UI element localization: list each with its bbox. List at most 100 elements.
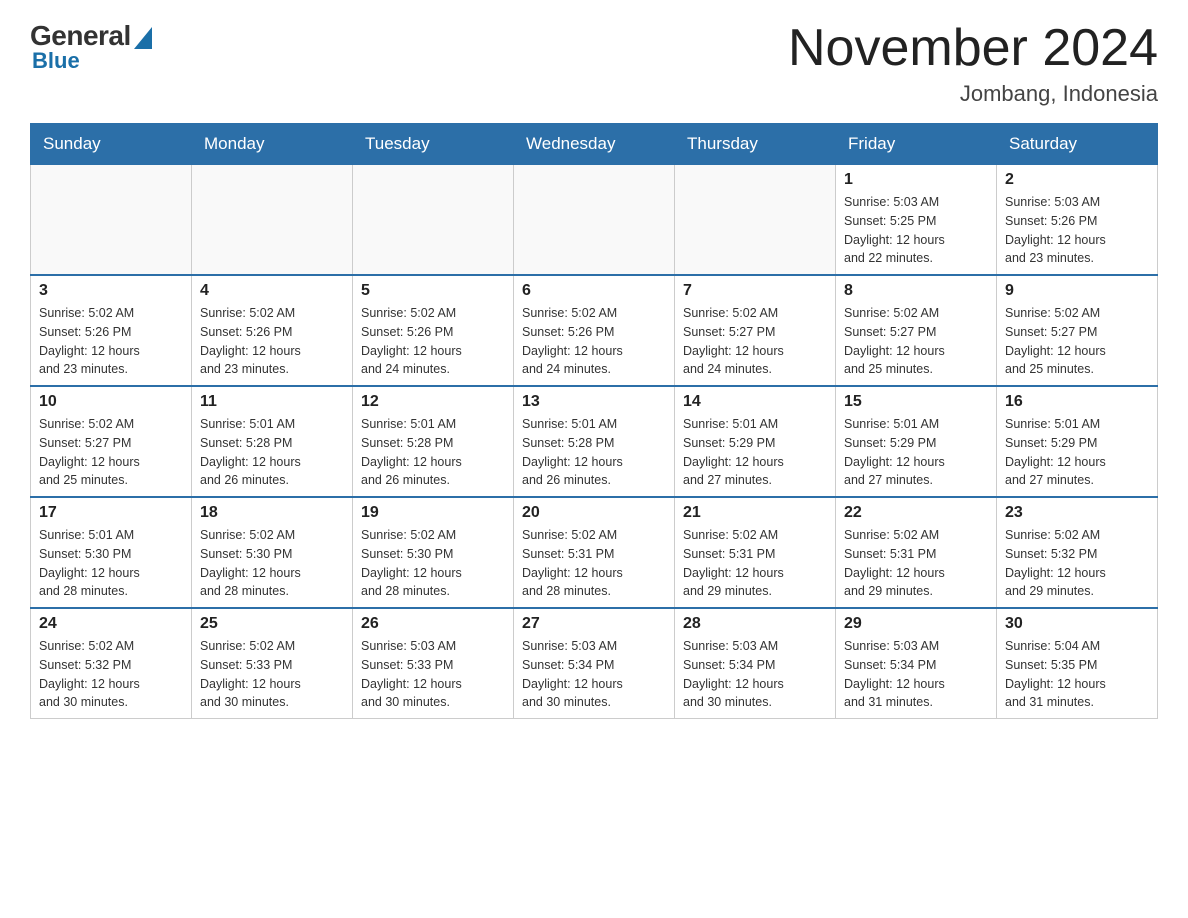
day-info: Sunrise: 5:03 AM Sunset: 5:25 PM Dayligh…: [844, 193, 988, 268]
day-info: Sunrise: 5:03 AM Sunset: 5:33 PM Dayligh…: [361, 637, 505, 712]
weekday-header-wednesday: Wednesday: [514, 124, 675, 165]
day-number: 11: [200, 393, 344, 411]
calendar-cell: 7 Sunrise: 5:02 AM Sunset: 5:27 PM Daylig…: [675, 275, 836, 386]
calendar-cell: 24Sunrise: 5:02 AM Sunset: 5:32 PM Dayli…: [31, 608, 192, 719]
day-info: Sunrise: 5:02 AM Sunset: 5:26 PM Dayligh…: [39, 304, 183, 379]
calendar-cell: 30 Sunrise: 5:04 AM Sunset: 5:35 PM Dayli…: [997, 608, 1158, 719]
calendar-cell: 27 Sunrise: 5:03 AM Sunset: 5:34 PM Dayli…: [514, 608, 675, 719]
logo[interactable]: General Blue: [30, 20, 152, 74]
calendar-table: SundayMondayTuesdayWednesdayThursdayFrid…: [30, 123, 1158, 719]
day-number: 27: [522, 615, 666, 633]
day-number: 22: [844, 504, 988, 522]
day-number: 10: [39, 393, 183, 411]
day-info: Sunrise: 5:01 AM Sunset: 5:30 PM Dayligh…: [39, 526, 183, 601]
calendar-week-row: 3Sunrise: 5:02 AM Sunset: 5:26 PM Daylig…: [31, 275, 1158, 386]
day-number: 4: [200, 282, 344, 300]
day-info: Sunrise: 5:02 AM Sunset: 5:30 PM Dayligh…: [361, 526, 505, 601]
day-info: Sunrise: 5:02 AM Sunset: 5:27 PM Dayligh…: [1005, 304, 1149, 379]
day-number: 28: [683, 615, 827, 633]
day-number: 21: [683, 504, 827, 522]
day-info: Sunrise: 5:03 AM Sunset: 5:34 PM Dayligh…: [683, 637, 827, 712]
weekday-header-row: SundayMondayTuesdayWednesdayThursdayFrid…: [31, 124, 1158, 165]
day-number: 23: [1005, 504, 1149, 522]
day-info: Sunrise: 5:02 AM Sunset: 5:27 PM Dayligh…: [683, 304, 827, 379]
calendar-cell: 16Sunrise: 5:01 AM Sunset: 5:29 PM Dayli…: [997, 386, 1158, 497]
calendar-cell: 26 Sunrise: 5:03 AM Sunset: 5:33 PM Dayli…: [353, 608, 514, 719]
day-number: 26: [361, 615, 505, 633]
calendar-cell: 19Sunrise: 5:02 AM Sunset: 5:30 PM Dayli…: [353, 497, 514, 608]
day-number: 15: [844, 393, 988, 411]
day-info: Sunrise: 5:01 AM Sunset: 5:28 PM Dayligh…: [200, 415, 344, 490]
calendar-cell: 20 Sunrise: 5:02 AM Sunset: 5:31 PM Dayli…: [514, 497, 675, 608]
day-info: Sunrise: 5:01 AM Sunset: 5:29 PM Dayligh…: [844, 415, 988, 490]
day-number: 7: [683, 282, 827, 300]
day-number: 20: [522, 504, 666, 522]
calendar-cell: 18Sunrise: 5:02 AM Sunset: 5:30 PM Dayli…: [192, 497, 353, 608]
day-info: Sunrise: 5:04 AM Sunset: 5:35 PM Dayligh…: [1005, 637, 1149, 712]
calendar-cell: 11 Sunrise: 5:01 AM Sunset: 5:28 PM Dayli…: [192, 386, 353, 497]
calendar-cell: [353, 165, 514, 276]
calendar-cell: 3Sunrise: 5:02 AM Sunset: 5:26 PM Daylig…: [31, 275, 192, 386]
calendar-cell: 14 Sunrise: 5:01 AM Sunset: 5:29 PM Dayli…: [675, 386, 836, 497]
calendar-week-row: 17Sunrise: 5:01 AM Sunset: 5:30 PM Dayli…: [31, 497, 1158, 608]
day-info: Sunrise: 5:02 AM Sunset: 5:27 PM Dayligh…: [39, 415, 183, 490]
calendar-cell: 21 Sunrise: 5:02 AM Sunset: 5:31 PM Dayli…: [675, 497, 836, 608]
calendar-cell: 29Sunrise: 5:03 AM Sunset: 5:34 PM Dayli…: [836, 608, 997, 719]
day-info: Sunrise: 5:03 AM Sunset: 5:34 PM Dayligh…: [844, 637, 988, 712]
day-number: 12: [361, 393, 505, 411]
calendar-cell: 8 Sunrise: 5:02 AM Sunset: 5:27 PM Daylig…: [836, 275, 997, 386]
calendar-cell: 2 Sunrise: 5:03 AM Sunset: 5:26 PM Daylig…: [997, 165, 1158, 276]
day-info: Sunrise: 5:01 AM Sunset: 5:28 PM Dayligh…: [522, 415, 666, 490]
weekday-header-thursday: Thursday: [675, 124, 836, 165]
calendar-cell: 25 Sunrise: 5:02 AM Sunset: 5:33 PM Dayli…: [192, 608, 353, 719]
calendar-cell: 10 Sunrise: 5:02 AM Sunset: 5:27 PM Dayli…: [31, 386, 192, 497]
day-info: Sunrise: 5:02 AM Sunset: 5:27 PM Dayligh…: [844, 304, 988, 379]
calendar-subtitle: Jombang, Indonesia: [788, 81, 1158, 107]
day-info: Sunrise: 5:01 AM Sunset: 5:29 PM Dayligh…: [683, 415, 827, 490]
day-info: Sunrise: 5:03 AM Sunset: 5:26 PM Dayligh…: [1005, 193, 1149, 268]
calendar-cell: 28 Sunrise: 5:03 AM Sunset: 5:34 PM Dayli…: [675, 608, 836, 719]
day-info: Sunrise: 5:01 AM Sunset: 5:28 PM Dayligh…: [361, 415, 505, 490]
day-info: Sunrise: 5:02 AM Sunset: 5:32 PM Dayligh…: [1005, 526, 1149, 601]
day-number: 8: [844, 282, 988, 300]
calendar-cell: 5Sunrise: 5:02 AM Sunset: 5:26 PM Daylig…: [353, 275, 514, 386]
page-header: General Blue November 2024 Jombang, Indo…: [30, 20, 1158, 107]
day-info: Sunrise: 5:03 AM Sunset: 5:34 PM Dayligh…: [522, 637, 666, 712]
calendar-cell: [514, 165, 675, 276]
day-info: Sunrise: 5:02 AM Sunset: 5:33 PM Dayligh…: [200, 637, 344, 712]
calendar-cell: 1 Sunrise: 5:03 AM Sunset: 5:25 PM Daylig…: [836, 165, 997, 276]
calendar-week-row: 1 Sunrise: 5:03 AM Sunset: 5:25 PM Daylig…: [31, 165, 1158, 276]
day-number: 6: [522, 282, 666, 300]
day-number: 30: [1005, 615, 1149, 633]
day-info: Sunrise: 5:02 AM Sunset: 5:31 PM Dayligh…: [522, 526, 666, 601]
day-number: 9: [1005, 282, 1149, 300]
weekday-header-saturday: Saturday: [997, 124, 1158, 165]
day-info: Sunrise: 5:02 AM Sunset: 5:31 PM Dayligh…: [683, 526, 827, 601]
calendar-cell: 9 Sunrise: 5:02 AM Sunset: 5:27 PM Daylig…: [997, 275, 1158, 386]
day-info: Sunrise: 5:02 AM Sunset: 5:31 PM Dayligh…: [844, 526, 988, 601]
day-number: 2: [1005, 171, 1149, 189]
logo-triangle-icon: [134, 27, 152, 49]
calendar-cell: 4Sunrise: 5:02 AM Sunset: 5:26 PM Daylig…: [192, 275, 353, 386]
calendar-week-row: 10 Sunrise: 5:02 AM Sunset: 5:27 PM Dayli…: [31, 386, 1158, 497]
calendar-cell: 15 Sunrise: 5:01 AM Sunset: 5:29 PM Dayli…: [836, 386, 997, 497]
calendar-week-row: 24Sunrise: 5:02 AM Sunset: 5:32 PM Dayli…: [31, 608, 1158, 719]
day-number: 14: [683, 393, 827, 411]
weekday-header-friday: Friday: [836, 124, 997, 165]
calendar-cell: [31, 165, 192, 276]
day-info: Sunrise: 5:02 AM Sunset: 5:26 PM Dayligh…: [522, 304, 666, 379]
weekday-header-tuesday: Tuesday: [353, 124, 514, 165]
calendar-cell: [675, 165, 836, 276]
day-number: 13: [522, 393, 666, 411]
calendar-cell: 17Sunrise: 5:01 AM Sunset: 5:30 PM Dayli…: [31, 497, 192, 608]
weekday-header-sunday: Sunday: [31, 124, 192, 165]
calendar-cell: 23 Sunrise: 5:02 AM Sunset: 5:32 PM Dayli…: [997, 497, 1158, 608]
day-info: Sunrise: 5:02 AM Sunset: 5:32 PM Dayligh…: [39, 637, 183, 712]
day-info: Sunrise: 5:01 AM Sunset: 5:29 PM Dayligh…: [1005, 415, 1149, 490]
calendar-cell: 6 Sunrise: 5:02 AM Sunset: 5:26 PM Daylig…: [514, 275, 675, 386]
day-number: 1: [844, 171, 988, 189]
day-number: 25: [200, 615, 344, 633]
calendar-cell: 12 Sunrise: 5:01 AM Sunset: 5:28 PM Dayli…: [353, 386, 514, 497]
day-number: 18: [200, 504, 344, 522]
title-section: November 2024 Jombang, Indonesia: [788, 20, 1158, 107]
